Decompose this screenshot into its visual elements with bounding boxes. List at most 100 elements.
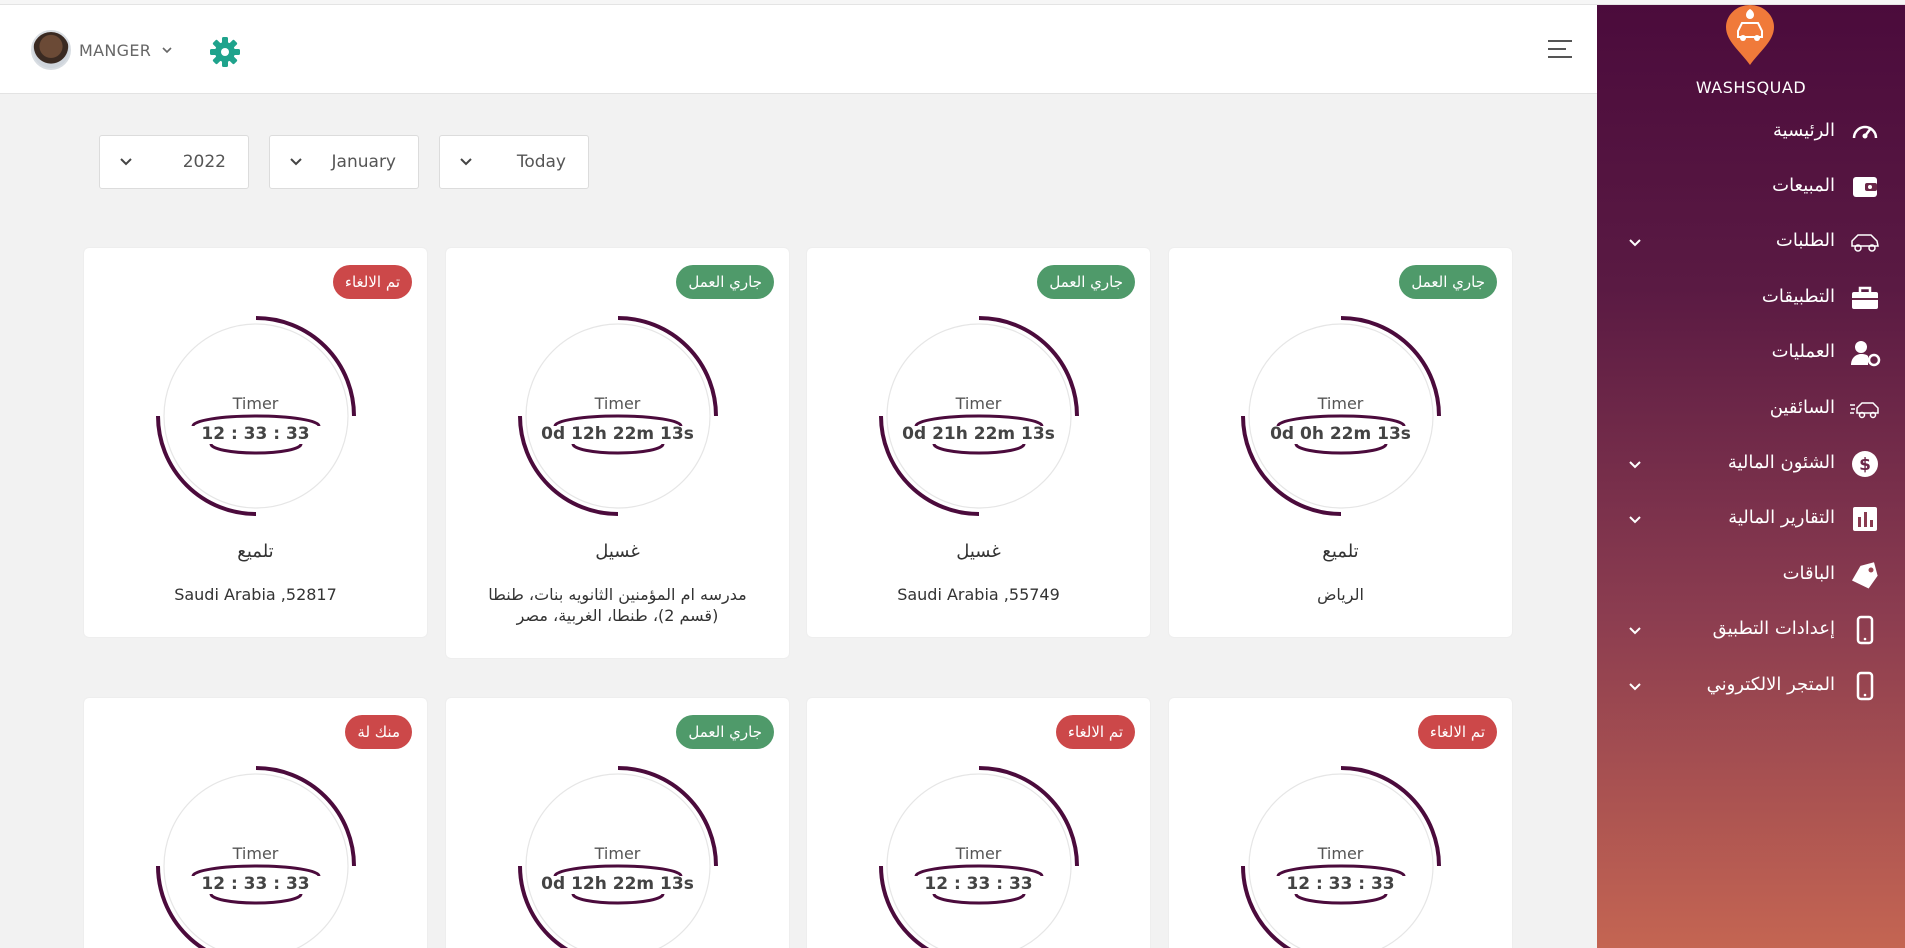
logo-icon	[1726, 5, 1774, 65]
order-address: الرياض	[1317, 585, 1364, 604]
timer-value: 12 : 33 : 33	[201, 424, 310, 444]
sidebar-item-drivers[interactable]: السائقين	[1597, 389, 1905, 429]
chevron-down-icon	[1629, 461, 1641, 469]
chevron-down-icon	[290, 158, 302, 166]
sidebar-item-label: الباقات	[1782, 563, 1835, 584]
chevron-down-icon	[460, 158, 472, 166]
month-select[interactable]: January	[269, 135, 419, 189]
order-card[interactable]: جاري العمل Timer 0d 12h 22m 13s غسيل مدر…	[446, 248, 789, 658]
sidebar-item-label: العمليات	[1771, 341, 1835, 362]
car-wash-icon	[1851, 234, 1879, 252]
order-card[interactable]: تم الالغاء Timer 12 : 33 : 33	[807, 698, 1150, 948]
timer-value: 0d 12h 22m 13s	[541, 424, 694, 444]
gear-icon[interactable]	[209, 36, 241, 68]
sidebar-item-sales[interactable]: المبيعات	[1597, 167, 1905, 207]
timer-value: 12 : 33 : 33	[201, 874, 310, 894]
sidebar-item-label: الشئون المالية	[1727, 452, 1835, 473]
briefcase-icon	[1852, 286, 1878, 309]
brand-name: WASHSQUAD	[1695, 78, 1807, 97]
period-select[interactable]: Today	[439, 135, 589, 189]
timer-label: Timer	[1317, 844, 1364, 863]
sidebar-item-label: السائقين	[1769, 397, 1835, 418]
sidebar-item-financial-reports[interactable]: التقارير المالية	[1597, 499, 1905, 539]
status-badge: منك لة	[345, 715, 412, 749]
sidebar-item-orders[interactable]: الطلبات	[1597, 222, 1905, 262]
order-address: مدرسه ام المؤمنين الثانويه بنات، طنطا (ق…	[488, 585, 747, 625]
sidebar-item-app-settings[interactable]: إعدادات التطبيق	[1597, 610, 1905, 650]
top-header: MANGER	[0, 5, 1597, 94]
svg-text:$: $	[1859, 455, 1871, 475]
timer-label: Timer	[1317, 394, 1364, 413]
sidebar: WASHSQUAD الرئيسية المبيعات الطلبات التط…	[1597, 5, 1905, 948]
sidebar-item-label: المبيعات	[1772, 175, 1835, 196]
order-address: 52817, Saudi Arabia	[174, 585, 337, 604]
sidebar-item-home[interactable]: الرئيسية	[1597, 112, 1905, 152]
timer-label: Timer	[594, 394, 641, 413]
mobile-icon	[1856, 671, 1874, 701]
period-value: Today	[516, 152, 566, 172]
timer-label: Timer	[232, 844, 279, 863]
timer-value: 0d 12h 22m 13s	[541, 874, 694, 894]
status-badge: جاري العمل	[676, 265, 774, 299]
sidebar-item-label: التقارير المالية	[1728, 507, 1835, 528]
status-badge: تم الالغاء	[1417, 715, 1497, 749]
sidebar-item-label: الرئيسية	[1773, 120, 1835, 141]
status-badge: تم الالغاء	[332, 265, 412, 299]
timer-ring	[1241, 316, 1441, 516]
chevron-down-icon	[1629, 239, 1641, 247]
year-select[interactable]: 2022	[99, 135, 249, 189]
chevron-down-icon	[1629, 627, 1641, 635]
order-card[interactable]: جاري العمل Timer 0d 0h 22m 13s تلميع الر…	[1169, 248, 1512, 637]
service-name: غسيل	[956, 541, 1001, 562]
speedometer-icon	[1852, 125, 1878, 139]
timer-value: 12 : 33 : 33	[924, 874, 1033, 894]
order-card[interactable]: جاري العمل Timer 0d 21h 22m 13s غسيل 557…	[807, 248, 1150, 637]
status-badge: جاري العمل	[1399, 265, 1497, 299]
mobile-icon	[1856, 615, 1874, 645]
sidebar-item-label: الطلبات	[1775, 230, 1835, 251]
year-value: 2022	[182, 152, 226, 172]
timer-value: 12 : 33 : 33	[1286, 874, 1395, 894]
dollar-icon: $	[1852, 451, 1878, 477]
chevron-down-icon	[1629, 516, 1641, 524]
sidebar-item-label: إعدادات التطبيق	[1712, 618, 1835, 639]
user-name: MANGER	[79, 40, 152, 60]
avatar[interactable]	[31, 30, 71, 70]
service-name: تلميع	[237, 541, 274, 562]
wallet-icon	[1853, 177, 1877, 197]
hamburger-menu-icon[interactable]	[1546, 37, 1574, 61]
sidebar-item-operations[interactable]: العمليات	[1597, 333, 1905, 373]
status-badge: جاري العمل	[1037, 265, 1135, 299]
tag-icon	[1851, 562, 1878, 589]
timer-value: 0d 21h 22m 13s	[902, 424, 1055, 444]
order-card[interactable]: تم الالغاء Timer 12 : 33 : 33	[1169, 698, 1512, 948]
user-menu[interactable]: MANGER	[31, 30, 173, 70]
service-name: تلميع	[1322, 541, 1359, 562]
timer-label: Timer	[232, 394, 279, 413]
delivery-car-icon	[1850, 402, 1879, 419]
sidebar-item-e-store[interactable]: المتجر الالكتروني	[1597, 666, 1905, 706]
order-card[interactable]: منك لة Timer 12 : 33 : 33	[84, 698, 427, 948]
sidebar-item-packages[interactable]: الباقات	[1597, 555, 1905, 595]
chevron-down-icon	[162, 47, 172, 54]
timer-label: Timer	[594, 844, 641, 863]
chevron-down-icon	[120, 158, 132, 166]
sidebar-item-label: التطبيقات	[1761, 286, 1835, 307]
chevron-down-icon	[1629, 683, 1641, 691]
timer-value: 0d 0h 22m 13s	[1270, 424, 1411, 444]
sidebar-item-apps[interactable]: التطبيقات	[1597, 278, 1905, 318]
order-card[interactable]: جاري العمل Timer 0d 12h 22m 13s	[446, 698, 789, 948]
service-name: غسيل	[595, 541, 640, 562]
status-badge: تم الالغاء	[1055, 715, 1135, 749]
sidebar-item-finance[interactable]: $ الشئون المالية	[1597, 444, 1905, 484]
timer-label: Timer	[955, 844, 1002, 863]
order-address: 55749, Saudi Arabia	[897, 585, 1060, 604]
timer-ring	[879, 316, 1079, 516]
month-value: January	[331, 152, 396, 172]
bar-chart-icon	[1853, 507, 1877, 531]
user-gear-icon	[1851, 341, 1881, 367]
timer-label: Timer	[955, 394, 1002, 413]
timer-ring	[518, 316, 718, 516]
status-badge: جاري العمل	[676, 715, 774, 749]
order-card[interactable]: تم الالغاء Timer 12 : 33 : 33 تلميع 5281…	[84, 248, 427, 637]
